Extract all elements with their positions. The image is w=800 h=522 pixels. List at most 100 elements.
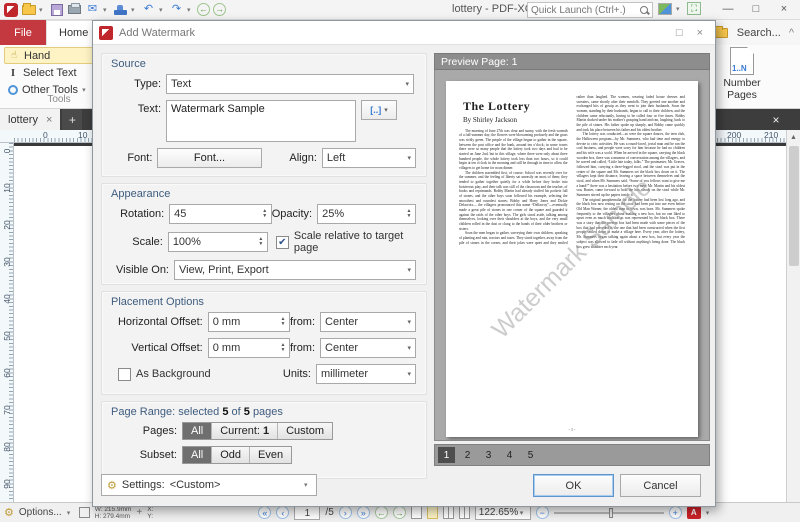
scale-spinner[interactable]: 100% ▲ ▼ [167,232,268,252]
print-icon[interactable] [68,3,81,14]
horizontal-offset-spinner[interactable]: 0 mm ▲ ▼ [207,312,290,332]
watermark-text-input[interactable] [166,100,356,142]
redo-icon[interactable]: ↷ [169,2,184,17]
undo-icon[interactable]: ↶ [141,2,156,17]
layout-continuous-icon[interactable] [426,506,438,519]
last-page-button[interactable]: » [356,506,370,519]
status-caret-icon[interactable]: ▾ [706,509,713,517]
dialog-close-icon[interactable]: × [697,27,703,39]
layout-quad-icon[interactable] [458,506,470,519]
preview-page-1[interactable]: 1 [438,447,455,463]
vertical-offset-spinner[interactable]: 0 mm ▲ ▼ [207,338,290,358]
open-caret-icon[interactable]: ▾ [39,6,46,14]
nav-back-icon[interactable]: ← [197,3,210,16]
layout-two-page-icon[interactable] [442,506,454,519]
align-label: Align: [289,152,317,164]
scroll-up-icon[interactable]: ▲ [787,130,800,144]
save-icon[interactable] [50,3,63,16]
preview-viewport: The Lottery By Shirley Jackson The morni… [434,70,710,441]
options-gear-icon[interactable]: ⚙ [4,506,14,519]
preview-page-3[interactable]: 3 [480,447,497,463]
close-button[interactable]: × [770,0,798,18]
subset-odd-button[interactable]: Odd [212,447,251,463]
email-icon[interactable]: ✉ [85,2,100,17]
undo-caret-icon[interactable]: ▾ [159,6,166,14]
open-file-icon[interactable] [21,2,36,15]
dialog-title-bar[interactable]: Add Watermark □ × [93,21,715,45]
nav-forward-icon[interactable]: → [213,3,226,16]
page-total-label: /5 [325,507,334,518]
placement-group: Placement Options Horizontal Offset: 0 m… [101,291,427,395]
new-tab-button[interactable]: + [62,109,83,130]
view-back-button[interactable]: ← [374,506,388,519]
adobe-pdf-icon[interactable]: A [686,506,701,519]
zoom-level-select[interactable]: 122.65% ▾ [474,505,531,520]
preview-page: The Lottery By Shirley Jackson The morni… [446,81,698,437]
h-from-select[interactable]: Center ▾ [320,312,416,332]
quick-launch-input[interactable] [531,4,640,16]
visible-on-select[interactable]: View, Print, Export ▾ [174,260,416,280]
appearance-group: Appearance Rotation: 45 ▲ ▼ Opacity: 25% … [101,183,427,285]
as-background-checkbox[interactable] [118,367,131,381]
document-tab[interactable]: lottery × [0,109,61,130]
options-button[interactable]: Options... [19,507,62,518]
subset-all-button[interactable]: All [183,447,213,463]
next-page-button[interactable]: › [338,506,352,519]
redo-caret-icon[interactable]: ▾ [187,6,194,14]
vertical-scrollbar[interactable]: ▲ [786,130,800,502]
preview-page-4[interactable]: 4 [501,447,518,463]
layout-single-icon[interactable] [410,506,422,519]
tab-file[interactable]: File [0,20,46,45]
scrollbar-thumb[interactable] [789,146,799,266]
font-button[interactable]: Font... [157,148,262,168]
zoom-slider-thumb[interactable] [608,507,613,518]
scale-relative-checkbox[interactable]: ✔ [275,235,289,249]
hand-tool-label: Hand [24,49,51,62]
units-select[interactable]: millimeter ▾ [316,364,416,384]
stamp-caret-icon[interactable]: ▾ [131,6,138,14]
view-forward-button[interactable]: → [392,506,406,519]
document-tab-close-icon[interactable]: × [46,114,52,126]
collapse-ribbon-icon[interactable]: ^ [789,27,794,39]
quick-access-toolbar: ▾ ✉ ▾ ▾ ↶ ▾ ↷ ▾ ← → [4,2,226,17]
zoom-in-button[interactable]: + [668,506,682,519]
settings-select[interactable]: ⚙ Settings: <Custom> ▾ [101,474,317,496]
options-caret-icon[interactable]: ▾ [67,509,74,517]
chevron-down-icon: ▾ [384,107,388,114]
spin-down-icon: ▼ [406,213,412,219]
opacity-spinner[interactable]: 25% ▲ ▼ [317,204,417,224]
maximize-button[interactable]: □ [742,0,770,18]
scale-label: Scale: [132,236,163,248]
minimize-button[interactable]: — [714,0,742,18]
page-number-input[interactable]: 1 [294,505,321,520]
pages-custom-button[interactable]: Custom [278,423,332,439]
ok-button[interactable]: OK [533,474,614,497]
email-caret-icon[interactable]: ▾ [103,6,110,14]
pages-all-button[interactable]: All [183,423,213,439]
search-button[interactable]: Search... [737,27,781,39]
type-select[interactable]: Text ▾ [166,74,414,94]
quick-launch-box[interactable] [527,2,653,18]
as-background-label: As Background [136,368,211,380]
first-page-button[interactable]: « [258,506,272,519]
tab-bar-close-icon[interactable]: × [764,109,788,130]
cancel-button[interactable]: Cancel [620,474,701,497]
zoom-slider[interactable] [553,507,664,518]
number-pages-button[interactable]: 1..N Number Pages [712,47,772,105]
ui-options-caret-icon[interactable]: ▾ [676,5,683,13]
preview-page-2[interactable]: 2 [459,447,476,463]
dialog-maximize-icon[interactable]: □ [676,27,683,39]
prev-page-button[interactable]: ‹ [276,506,290,519]
subset-even-button[interactable]: Even [250,447,291,463]
rotation-spinner[interactable]: 45 ▲ ▼ [169,204,272,224]
ui-options-icon[interactable] [658,2,672,15]
chevron-down-icon: ▾ [304,482,308,489]
stamp-icon[interactable] [114,5,127,15]
align-select[interactable]: Left ▾ [321,148,416,168]
macro-button[interactable]: [..] ▾ [361,100,397,120]
pages-current-button[interactable]: Current: 1 [212,423,279,439]
fullscreen-icon[interactable]: ⛶ [687,2,701,15]
preview-page-5[interactable]: 5 [522,447,539,463]
v-from-select[interactable]: Center ▾ [320,338,416,358]
zoom-out-button[interactable]: − [535,506,549,519]
